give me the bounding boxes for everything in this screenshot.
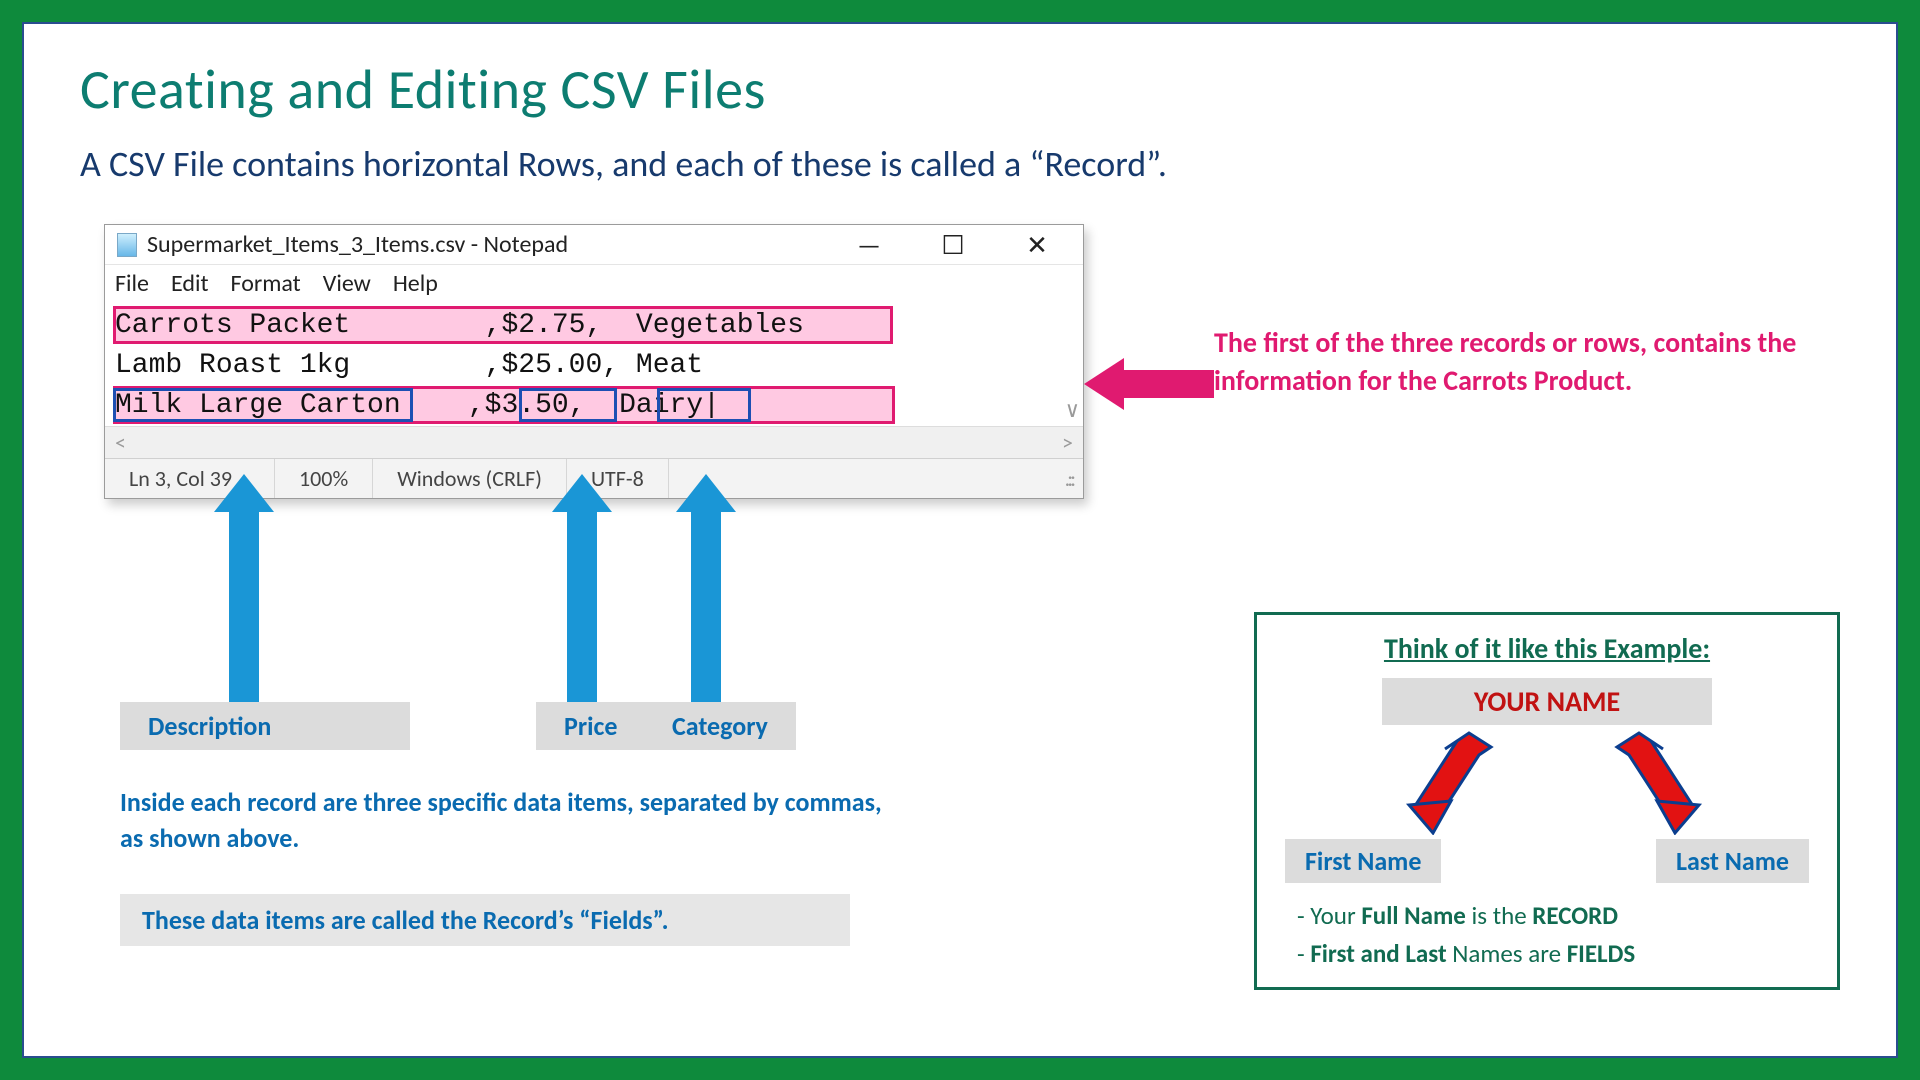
close-icon: ✕ (1017, 229, 1057, 261)
field-box-category (657, 388, 751, 422)
field-label-price: Price (536, 702, 645, 750)
menu-help: Help (393, 269, 438, 298)
example-line-2: - First and Last Names are FIELDS (1297, 935, 1815, 973)
arrow-down-left-icon (1399, 725, 1519, 835)
menu-edit: Edit (171, 269, 209, 298)
arrow-up-category-icon (686, 474, 726, 712)
field-label-category: Category (644, 702, 796, 750)
example-box: Think of it like this Example: YOUR NAME… (1254, 612, 1840, 990)
csv-line-2: Lamb Roast 1kg ,$25.00, Meat (115, 346, 1073, 386)
example-title: Think of it like this Example: (1279, 631, 1815, 666)
scroll-left-icon: < (115, 429, 126, 456)
record-note-text: The first of the three records or rows, … (1214, 324, 1864, 400)
arrow-left-pink-icon (1084, 358, 1214, 410)
example-field-first: First Name (1285, 839, 1441, 883)
slide-outer-frame: Creating and Editing CSV Files A CSV Fil… (0, 0, 1920, 1080)
minimize-icon: — (849, 229, 889, 261)
field-box-price (519, 388, 617, 422)
example-field-last: Last Name (1656, 839, 1809, 883)
example-lines: - Your Full Name is the RECORD - First a… (1279, 897, 1815, 973)
arrow-up-price-icon (562, 474, 602, 712)
example-arrows (1279, 725, 1815, 835)
window-buttons: — ☐ ✕ (849, 229, 1075, 261)
slide-inner-frame: Creating and Editing CSV Files A CSV Fil… (22, 22, 1898, 1058)
notepad-window-title: Supermarket_Items_3_Items.csv - Notepad (147, 230, 849, 259)
maximize-icon: ☐ (933, 229, 973, 261)
notepad-window: Supermarket_Items_3_Items.csv - Notepad … (104, 224, 1084, 499)
menu-format: Format (231, 269, 301, 298)
example-line-1: - Your Full Name is the RECORD (1297, 897, 1815, 935)
notepad-body: Carrots Packet ,$2.75, Vegetables Lamb R… (105, 304, 1083, 426)
menu-file: File (115, 269, 149, 298)
notepad-icon (117, 233, 137, 257)
arrow-up-description-icon (224, 474, 264, 712)
fields-callout-text: These data items are called the Record’s… (120, 894, 850, 946)
arrow-down-right-icon (1609, 725, 1729, 835)
menu-view: View (323, 269, 371, 298)
example-record-label: YOUR NAME (1382, 678, 1712, 725)
scroll-right-icon: > (1062, 429, 1073, 456)
notepad-titlebar: Supermarket_Items_3_Items.csv - Notepad … (105, 225, 1083, 265)
resize-grip-icon: .:: (1041, 459, 1083, 498)
slide-title: Creating and Editing CSV Files (80, 56, 1840, 124)
csv-line-1: Carrots Packet ,$2.75, Vegetables (115, 306, 1073, 346)
notepad-menubar: File Edit Format View Help (105, 265, 1083, 304)
slide-subheading: A CSV File contains horizontal Rows, and… (80, 142, 1840, 186)
notepad-hscroll: < > (105, 426, 1083, 458)
status-eol: Windows (CRLF) (373, 459, 567, 498)
field-box-description (113, 388, 413, 422)
status-zoom: 100% (275, 459, 373, 498)
fields-explanation-text: Inside each record are three specific da… (120, 784, 900, 856)
field-label-description: Description (120, 702, 410, 750)
